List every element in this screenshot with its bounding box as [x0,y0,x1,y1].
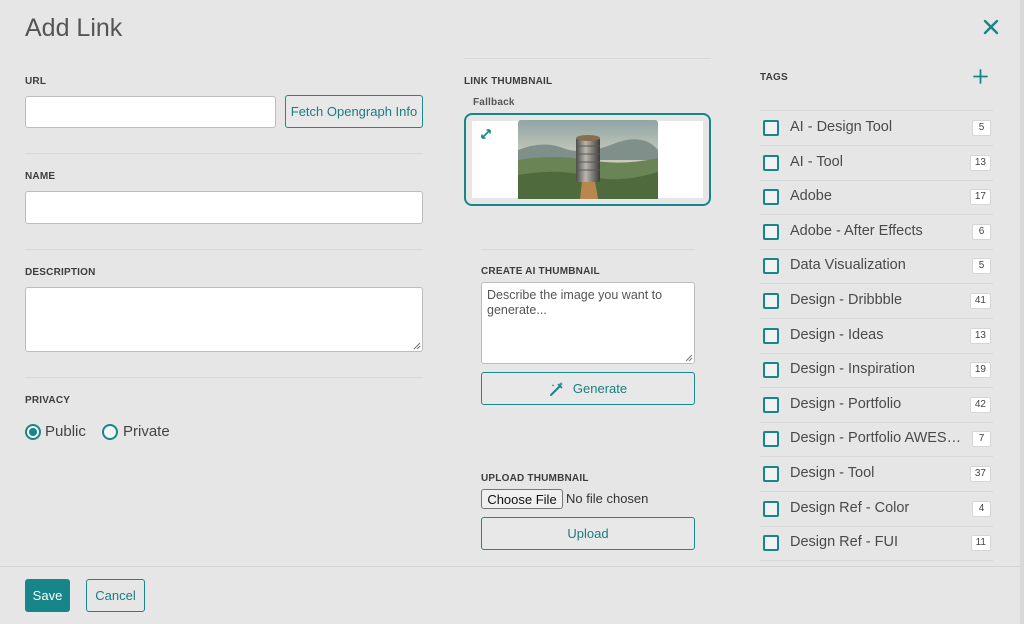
tag-row[interactable]: Adobe 17 [760,180,993,216]
tag-count-badge: 13 [969,154,991,171]
tag-row[interactable]: Design - Ideas 13 [760,319,993,354]
tag-count-badge: 6 [972,223,991,240]
tag-checkbox[interactable] [763,189,779,206]
close-icon[interactable] [981,17,1001,37]
resize-handle-icon[interactable] [413,342,421,350]
tag-checkbox[interactable] [763,120,779,136]
choose-file-button[interactable]: Choose File [481,489,563,509]
tag-name: Design - Inspiration [790,361,915,378]
tag-name: AI - Design Tool [790,119,893,135]
scrollbar-track[interactable] [1020,0,1024,624]
tag-name: Adobe [790,188,832,205]
divider [25,153,423,154]
dialog-footer [0,566,1024,624]
tag-count-badge: 13 [969,327,991,344]
tag-name: Data Visualization [790,257,906,274]
description-textarea[interactable] [25,287,423,352]
cancel-button[interactable]: Cancel [86,579,145,612]
privacy-public-label[interactable]: Public [45,423,86,440]
tag-count-badge: 5 [972,258,991,275]
description-label: DESCRIPTION [25,267,96,278]
url-label: URL [25,76,47,87]
tag-count-badge: 11 [970,535,991,552]
tag-checkbox[interactable] [763,500,779,517]
expand-icon[interactable] [480,128,492,140]
tag-name: Design Ref - FUI [790,534,898,551]
thumbnail-preview[interactable] [464,113,711,206]
thumbnail-image [518,120,658,199]
tag-checkbox[interactable] [763,362,779,379]
tag-name: Design - Portfolio AWESOME [790,430,972,447]
divider [25,249,423,250]
divider [464,58,711,59]
tag-checkbox[interactable] [763,258,779,275]
tag-checkbox[interactable] [763,223,779,240]
privacy-public-radio[interactable] [25,424,41,440]
name-input[interactable] [25,191,423,224]
tag-row[interactable]: Design - Inspiration 19 [760,353,993,389]
generate-button[interactable]: Generate [481,372,695,405]
tag-row[interactable]: AI - Design Tool 5 [760,111,993,146]
tag-checkbox[interactable] [763,154,779,171]
save-button[interactable]: Save [25,579,70,612]
tag-checkbox[interactable] [763,293,779,309]
tag-name: Design - Portfolio [790,395,902,412]
generate-label: Generate [572,381,628,396]
url-input[interactable] [25,96,276,128]
tag-checkbox[interactable] [763,431,779,448]
tag-row[interactable]: Design - Tool 37 [760,457,993,492]
divider [481,249,695,250]
tag-row[interactable]: Design Ref - Color 4 [760,492,993,527]
tag-row[interactable]: Design Ref - FUI 11 [760,526,993,562]
tag-row[interactable]: AI - Tool 13 [760,146,993,181]
tag-row[interactable]: Design - Dribbble 41 [760,284,993,319]
dialog-title: Add Link [25,14,123,42]
tag-row[interactable]: Design - Portfolio 42 [760,388,993,423]
privacy-private-label[interactable]: Private [123,423,170,440]
tag-row[interactable]: Design - Portfolio AWESOME 7 [760,422,993,458]
tag-count-badge: 4 [972,500,991,517]
magic-wand-icon [549,381,563,396]
tag-count-badge: 19 [969,362,991,379]
thumbnail-fallback-label: Fallback [473,97,515,108]
tag-count-badge: 42 [969,396,991,413]
tag-row[interactable]: Adobe - After Effects 6 [760,215,993,250]
upload-thumbnail-label: UPLOAD THUMBNAIL [481,473,589,484]
tag-count-badge: 7 [972,431,991,448]
create-ai-thumbnail-label: CREATE AI THUMBNAIL [481,266,600,277]
divider [25,377,423,378]
tag-count-badge: 41 [969,293,991,309]
tag-name: Design - Tool [790,465,875,481]
tag-checkbox[interactable] [763,327,779,344]
plus-icon[interactable] [973,69,988,84]
tag-name: Design Ref - Color [790,499,910,516]
tag-name: Design - Dribbble [790,292,903,308]
tag-checkbox[interactable] [763,466,779,482]
ai-prompt-textarea[interactable]: Describe the image you want to generate.… [481,282,695,364]
name-label: NAME [25,171,56,182]
tags-label: TAGS [760,72,788,83]
privacy-label: PRIVACY [25,395,71,406]
tag-name: Adobe - After Effects [790,222,923,239]
resize-handle-icon[interactable] [685,354,693,362]
tag-count-badge: 37 [969,466,991,482]
tag-count-badge: 5 [972,120,991,136]
ai-prompt-placeholder: Describe the image you want to generate.… [487,288,663,317]
tag-row[interactable]: Data Visualization 5 [760,249,993,285]
privacy-private-radio[interactable] [102,424,118,440]
upload-button[interactable]: Upload [481,517,695,550]
tag-checkbox[interactable] [763,535,779,552]
link-thumbnail-label: LINK THUMBNAIL [464,76,553,87]
file-status-text: No file chosen [566,491,649,506]
tag-checkbox[interactable] [763,396,779,413]
fetch-opengraph-button[interactable]: Fetch Opengraph Info [285,95,423,128]
tag-count-badge: 17 [969,189,991,206]
tag-name: AI - Tool [790,153,843,170]
tag-name: Design - Ideas [790,326,884,343]
